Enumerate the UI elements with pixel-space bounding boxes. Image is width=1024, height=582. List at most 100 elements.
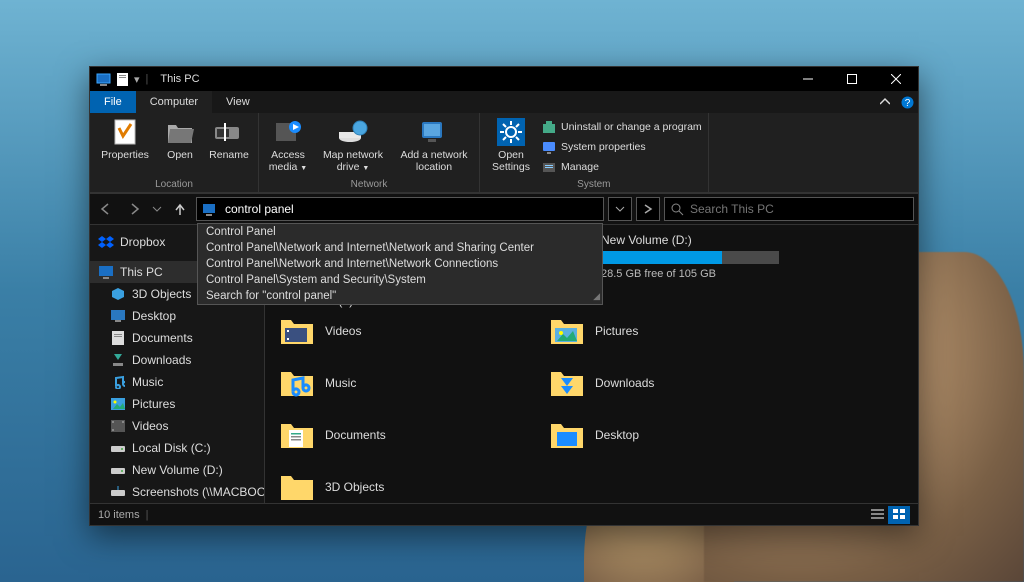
music-icon bbox=[110, 374, 126, 390]
dropbox-icon bbox=[98, 234, 114, 250]
sidebar-item-new-volume[interactable]: New Volume (D:) bbox=[90, 459, 264, 481]
network-drive-icon bbox=[110, 484, 126, 500]
pc-icon bbox=[96, 73, 111, 86]
qat-file-icon[interactable] bbox=[117, 73, 128, 86]
properties-icon bbox=[110, 117, 140, 147]
search-input[interactable] bbox=[684, 202, 913, 216]
recent-locations-button[interactable] bbox=[150, 197, 164, 221]
folder-icon bbox=[549, 368, 585, 398]
search-icon bbox=[671, 203, 684, 216]
pc-icon bbox=[98, 264, 114, 280]
status-item-count: 10 items bbox=[98, 509, 140, 521]
add-network-location-button[interactable]: Add a network location bbox=[395, 115, 473, 173]
access-media-button[interactable]: Access media ▼ bbox=[265, 115, 311, 173]
address-bar[interactable]: Control Panel Control Panel\Network and … bbox=[196, 197, 604, 221]
ribbon-tabs: File Computer View ? bbox=[90, 91, 918, 113]
open-button[interactable]: Open bbox=[160, 115, 200, 161]
collapse-ribbon-button[interactable] bbox=[874, 91, 896, 113]
sidebar-item-local-disk[interactable]: Local Disk (C:) bbox=[90, 437, 264, 459]
folder-icon bbox=[279, 472, 315, 502]
desktop-icon bbox=[110, 308, 126, 324]
tab-computer[interactable]: Computer bbox=[136, 91, 212, 113]
folder-icon bbox=[279, 368, 315, 398]
map-network-drive-button[interactable]: Map network drive ▼ bbox=[317, 115, 389, 173]
go-button[interactable] bbox=[636, 197, 660, 221]
address-icon bbox=[201, 200, 219, 218]
window-title: This PC bbox=[160, 73, 199, 85]
tiles-view-button[interactable] bbox=[888, 506, 910, 524]
video-icon bbox=[110, 418, 126, 434]
status-bar: 10 items | bbox=[90, 503, 918, 525]
properties-button[interactable]: Properties bbox=[96, 115, 154, 161]
svg-text:?: ? bbox=[904, 98, 910, 109]
search-box[interactable] bbox=[664, 197, 914, 221]
drive-icon bbox=[110, 440, 126, 456]
folder-documents[interactable]: Documents bbox=[279, 420, 509, 450]
drive-name: New Volume (D:) bbox=[601, 233, 779, 247]
up-button[interactable] bbox=[168, 197, 192, 221]
address-input[interactable] bbox=[219, 202, 603, 216]
details-view-button[interactable] bbox=[866, 506, 888, 524]
system-properties-button[interactable]: System properties bbox=[542, 138, 702, 156]
network-drive-icon bbox=[338, 117, 368, 147]
folder-icon bbox=[279, 420, 315, 450]
sidebar-item-music[interactable]: Music bbox=[90, 371, 264, 393]
suggestion-item[interactable]: Control Panel bbox=[198, 224, 602, 240]
maximize-button[interactable] bbox=[830, 67, 874, 91]
suggestion-item[interactable]: Search for "control panel" bbox=[198, 288, 602, 304]
sidebar-item-pictures[interactable]: Pictures bbox=[90, 393, 264, 415]
ribbon-group-location: Properties Open Rename Location bbox=[90, 113, 259, 192]
rename-icon bbox=[214, 117, 244, 147]
titlebar[interactable]: ▾ | This PC bbox=[90, 67, 918, 91]
minimize-button[interactable] bbox=[786, 67, 830, 91]
folder-icon bbox=[549, 316, 585, 346]
settings-gear-icon bbox=[496, 117, 526, 147]
folder-videos[interactable]: Videos bbox=[279, 316, 509, 346]
download-icon bbox=[110, 352, 126, 368]
suggestion-item[interactable]: Control Panel\Network and Internet\Netwo… bbox=[198, 240, 602, 256]
media-icon bbox=[273, 117, 303, 147]
folder-icon bbox=[279, 316, 315, 346]
folder-pictures[interactable]: Pictures bbox=[549, 316, 779, 346]
resize-grip-icon[interactable]: ◢ bbox=[593, 291, 600, 302]
add-network-icon bbox=[419, 117, 449, 147]
back-button[interactable] bbox=[94, 197, 118, 221]
suggestion-item[interactable]: Control Panel\System and Security\System bbox=[198, 272, 602, 288]
drive-usage-bar bbox=[601, 251, 779, 264]
file-explorer-window: ▾ | This PC File Computer View ? Propert… bbox=[89, 66, 919, 526]
uninstall-icon bbox=[542, 120, 556, 134]
document-icon bbox=[110, 330, 126, 346]
cube-icon bbox=[110, 286, 126, 302]
open-folder-icon bbox=[165, 117, 195, 147]
sidebar-item-downloads[interactable]: Downloads bbox=[90, 349, 264, 371]
navigation-bar: Control Panel Control Panel\Network and … bbox=[90, 193, 918, 225]
sidebar-item-screenshots[interactable]: Screenshots (\\MACBOOKA bbox=[90, 481, 264, 503]
rename-button[interactable]: Rename bbox=[206, 115, 252, 161]
help-button[interactable]: ? bbox=[896, 91, 918, 113]
qat-dropdown-icon[interactable]: ▾ bbox=[134, 73, 140, 86]
open-settings-button[interactable]: Open Settings bbox=[486, 115, 536, 173]
sidebar-item-videos[interactable]: Videos bbox=[90, 415, 264, 437]
system-props-icon bbox=[542, 140, 556, 154]
tab-view[interactable]: View bbox=[212, 91, 264, 113]
close-button[interactable] bbox=[874, 67, 918, 91]
sidebar-item-documents[interactable]: Documents bbox=[90, 327, 264, 349]
sidebar-item-desktop[interactable]: Desktop bbox=[90, 305, 264, 327]
folder-downloads[interactable]: Downloads bbox=[549, 368, 779, 398]
folder-desktop[interactable]: Desktop bbox=[549, 420, 779, 450]
tab-file[interactable]: File bbox=[90, 91, 136, 113]
folder-music[interactable]: Music bbox=[279, 368, 509, 398]
folder-3d-objects[interactable]: 3D Objects bbox=[279, 472, 509, 502]
ribbon: Properties Open Rename Location Access m… bbox=[90, 113, 918, 193]
address-history-dropdown[interactable] bbox=[608, 197, 632, 221]
drive-free-text: 28.5 GB free of 105 GB bbox=[601, 268, 779, 280]
forward-button[interactable] bbox=[122, 197, 146, 221]
ribbon-group-system: Open Settings Uninstall or change a prog… bbox=[480, 113, 709, 192]
folder-icon bbox=[549, 420, 585, 450]
manage-button[interactable]: Manage bbox=[542, 158, 702, 176]
uninstall-program-button[interactable]: Uninstall or change a program bbox=[542, 118, 702, 136]
ribbon-group-network: Access media ▼ Map network drive ▼ Add a… bbox=[259, 113, 480, 192]
pictures-icon bbox=[110, 396, 126, 412]
suggestion-item[interactable]: Control Panel\Network and Internet\Netwo… bbox=[198, 256, 602, 272]
address-suggestions: Control Panel Control Panel\Network and … bbox=[197, 223, 603, 305]
